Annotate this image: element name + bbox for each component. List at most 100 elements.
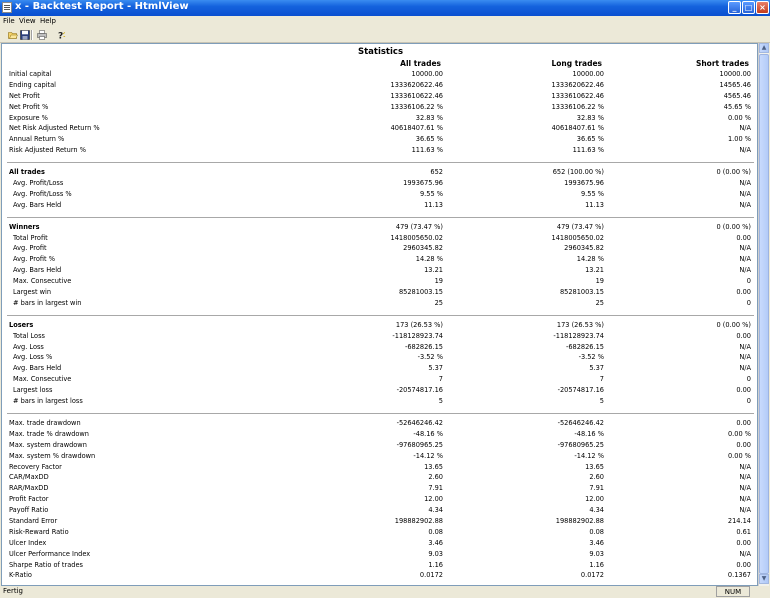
scroll-up-button[interactable]: ▲ [759,43,769,53]
value-short-trades: 0.00 % [727,429,751,438]
row-label: Exposure % [9,113,48,122]
num-lock-indicator: NUM [716,586,750,597]
help-icon[interactable]: ? [56,30,66,40]
value-short-trades: N/A [739,179,751,188]
scroll-thumb[interactable] [759,54,769,574]
menu-help[interactable]: Help [40,17,56,25]
value-all-trades: 173 (26.53 %) [395,320,443,329]
value-all-trades: 4.34 [428,506,443,515]
value-short-trades: 0.00 [736,560,751,569]
toolbar: ? [0,28,770,43]
table-row: Ending capital 1333620622.46 1333620622.46… [2,81,759,92]
print-icon[interactable] [37,30,47,40]
section-divider [2,212,759,223]
value-long-trades: 198882902.88 [555,516,604,525]
value-long-trades: 7 [599,375,604,384]
value-long-trades: 10000.00 [572,70,604,78]
table-row: Net Profit % 13336106.22 % 13336106.22 % 45… [2,103,759,114]
row-label: Sharpe Ratio of trades [9,560,83,569]
row-label: Initial capital [9,70,52,78]
table-row: Profit Factor 12.00 12.00 N/A [2,495,759,506]
report-view[interactable]: Statistics All trades Long trades Short … [1,43,758,586]
value-short-trades: N/A [739,462,751,471]
row-label: Standard Error [9,516,58,525]
status-bar: Fertig NUM [0,586,770,598]
value-short-trades: N/A [739,495,751,504]
value-long-trades: 4.34 [589,506,604,515]
table-row: # bars in largest win 25 25 0 [2,299,759,310]
table-row: Ulcer Index 3.46 3.46 0.00 [2,539,759,550]
value-long-trades: 1.16 [589,560,604,569]
row-label: Risk Adjusted Return % [9,146,86,155]
value-short-trades: N/A [739,506,751,515]
value-all-trades: 12.00 [424,495,443,504]
value-all-trades: 1993675.96 [403,179,443,188]
value-short-trades: 0 [746,277,751,286]
value-short-trades: 214.14 [727,516,751,525]
value-long-trades: 85281003.15 [559,288,604,297]
table-row: Avg. Profit 2960345.82 2960345.82 N/A [2,244,759,255]
toolbar-separator [31,30,33,40]
row-label: Max. Consecutive [13,375,72,384]
value-short-trades: N/A [739,549,751,558]
value-short-trades: 0.00 [736,386,751,395]
table-row: Standard Error 198882902.88 198882902.88 21… [2,517,759,528]
value-short-trades: 1.00 % [727,135,751,144]
vertical-scrollbar[interactable]: ▲ ▼ [758,43,769,586]
value-all-trades: 652 [430,168,443,177]
value-short-trades: 0.00 [736,418,751,427]
row-label: Winners [9,222,40,231]
value-all-trades: 1.16 [428,560,443,569]
document-icon [2,2,12,13]
row-label: Largest win [13,288,52,297]
row-label: Net Profit [9,91,40,100]
row-label: RAR/MaxDD [9,484,49,493]
section-header-row: Losers 173 (26.53 %) 173 (26.53 %) 0 (0.00 … [2,321,759,332]
value-all-trades: 9.55 % [419,189,443,198]
value-short-trades: 0.1367 [727,571,751,580]
table-row: Avg. Bars Held 11.13 11.13 N/A [2,201,759,212]
value-short-trades: 0.00 % [727,113,751,122]
section-header-row: Winners 479 (73.47 %) 479 (73.47 %) 0 (0.00… [2,223,759,234]
value-all-trades: 2960345.82 [403,244,443,253]
value-long-trades: -20574817.16 [557,386,604,395]
menu-bar: File View Help [0,16,770,28]
value-long-trades: 11.13 [585,200,604,209]
column-header-long-trades: Long trades [551,59,602,68]
table-row: Largest loss -20574817.16 -20574817.16 0.00 [2,386,759,397]
close-button[interactable]: × [756,1,769,14]
value-short-trades: N/A [739,124,751,133]
scroll-down-button[interactable]: ▼ [759,574,769,584]
minimize-button[interactable]: _ [728,1,741,14]
open-folder-icon[interactable] [8,30,18,40]
row-label: Profit Factor [9,495,49,504]
row-label: Avg. Profit [13,244,47,253]
table-row: RAR/MaxDD 7.91 7.91 N/A [2,484,759,495]
row-label: Ending capital [9,80,56,89]
value-long-trades: 14.28 % [576,255,604,264]
value-all-trades: 9.03 [428,549,443,558]
value-long-trades: 13336106.22 % [551,102,604,111]
row-label: Largest loss [13,386,53,395]
value-long-trades: 111.63 % [572,146,604,155]
value-short-trades: N/A [739,146,751,155]
menu-view[interactable]: View [19,17,36,25]
row-label: Max. system % drawdown [9,451,96,460]
table-row: K-Ratio 0.0172 0.0172 0.1367 [2,571,759,582]
value-long-trades: -52646246.42 [557,418,604,427]
table-row: Risk-Reward Ratio 0.08 0.08 0.61 [2,528,759,539]
table-row: Net Risk Adjusted Return % 40618407.61 % 4… [2,124,759,135]
value-long-trades: 7.91 [589,484,604,493]
svg-text:?: ? [58,32,63,41]
save-icon[interactable] [20,30,30,40]
menu-file[interactable]: File [3,17,15,25]
value-short-trades: 0 (0.00 %) [716,222,751,231]
table-row: Sharpe Ratio of trades 1.16 1.16 0.00 [2,561,759,572]
value-short-trades: N/A [739,244,751,253]
maximize-button[interactable]: □ [742,1,755,14]
value-short-trades: 0.00 [736,331,751,340]
value-all-trades: 0.08 [428,527,443,536]
value-long-trades: 3.46 [589,538,604,547]
section-header-row: All trades 652 652 (100.00 %) 0 (0.00 %) [2,168,759,179]
row-label: Net Profit % [9,102,49,111]
